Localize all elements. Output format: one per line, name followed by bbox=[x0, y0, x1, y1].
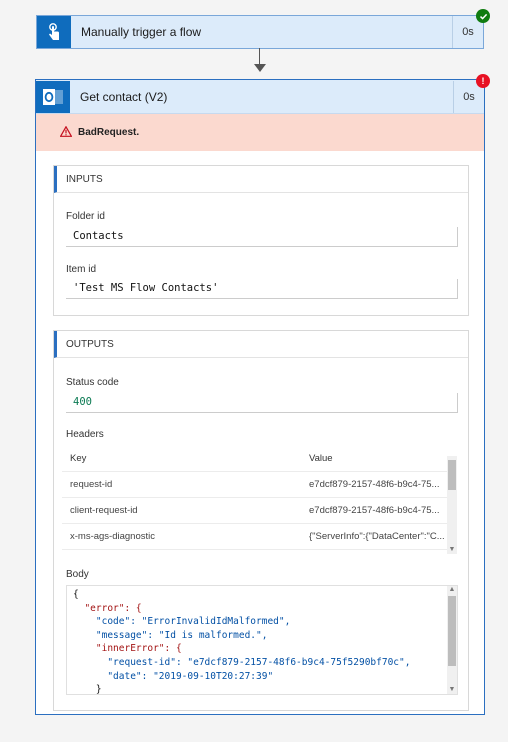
code-line: "request-id": "e7dcf879-2157-48f6-b9c4-7… bbox=[73, 656, 411, 668]
headers-table[interactable]: Key Value request-id e7dcf879-2157-48f6-… bbox=[62, 446, 457, 551]
table-row[interactable]: x-ms-ags-diagnostic {"ServerInfo":{"Data… bbox=[62, 524, 457, 550]
body-code-view[interactable]: { "error": { "code": "ErrorInvalidIdMalf… bbox=[66, 585, 458, 695]
error-message: BadRequest. bbox=[78, 127, 140, 138]
scroll-down-icon[interactable]: ▼ bbox=[447, 546, 457, 554]
headers-label: Headers bbox=[66, 429, 104, 440]
error-exclamation-icon: ! bbox=[476, 74, 490, 88]
scrollbar-thumb[interactable] bbox=[448, 596, 456, 666]
outputs-heading[interactable]: OUTPUTS bbox=[54, 331, 468, 358]
action-title: Get contact (V2) bbox=[80, 89, 168, 104]
trigger-title: Manually trigger a flow bbox=[81, 25, 202, 39]
arrow-down-icon bbox=[254, 64, 266, 72]
headers-table-header: Key Value bbox=[62, 446, 457, 472]
trigger-card-header[interactable]: Manually trigger a flow 0s bbox=[36, 15, 484, 49]
code-line: "code": "ErrorInvalidIdMalformed", bbox=[73, 616, 291, 628]
get-contact-card: Get contact (V2) 0s BadRequest. INPUTS F… bbox=[35, 79, 485, 715]
header-key: client-request-id bbox=[70, 505, 138, 516]
item-id-field[interactable]: 'Test MS Flow Contacts' bbox=[66, 279, 458, 299]
body-scrollbar[interactable]: ▲ ▼ bbox=[447, 586, 457, 694]
header-key: x-ms-ags-diagnostic bbox=[70, 531, 155, 542]
code-line: } bbox=[73, 684, 102, 695]
get-contact-card-header[interactable]: Get contact (V2) 0s bbox=[36, 80, 484, 114]
header-value: e7dcf879-2157-48f6-b9c4-75... bbox=[309, 505, 440, 516]
header-value: e7dcf879-2157-48f6-b9c4-75... bbox=[309, 479, 440, 490]
scrollbar-thumb[interactable] bbox=[448, 460, 456, 490]
code-line: "error": { bbox=[73, 602, 142, 614]
body-json: { "error": { "code": "ErrorInvalidIdMalf… bbox=[73, 588, 411, 695]
header-value: {"ServerInfo":{"DataCenter":"C... bbox=[309, 531, 445, 542]
code-line: { bbox=[73, 589, 79, 600]
folder-id-label: Folder id bbox=[66, 211, 105, 222]
headers-scrollbar[interactable]: ▼ bbox=[447, 456, 457, 554]
outlook-icon bbox=[36, 80, 70, 113]
error-banner: BadRequest. bbox=[36, 114, 484, 151]
success-check-icon bbox=[476, 9, 490, 23]
code-line: "message": "Id is malformed.", bbox=[73, 629, 268, 641]
code-line: "date": "2019-09-10T20:27:39" bbox=[73, 670, 274, 682]
inputs-section: INPUTS Folder id Contacts Item id 'Test … bbox=[53, 165, 469, 316]
scroll-down-icon[interactable]: ▼ bbox=[447, 686, 457, 694]
column-value: Value bbox=[309, 453, 333, 464]
inputs-heading[interactable]: INPUTS bbox=[54, 166, 468, 193]
folder-id-field[interactable]: Contacts bbox=[66, 227, 458, 247]
header-key: request-id bbox=[70, 479, 113, 490]
column-key: Key bbox=[70, 453, 87, 464]
body-label: Body bbox=[66, 569, 89, 580]
warning-icon bbox=[59, 125, 73, 140]
outputs-section: OUTPUTS Status code 400 Headers Key Valu… bbox=[53, 330, 469, 711]
scroll-up-icon[interactable]: ▲ bbox=[447, 586, 457, 594]
table-row[interactable]: client-request-id e7dcf879-2157-48f6-b9c… bbox=[62, 498, 457, 524]
status-code-label: Status code bbox=[66, 377, 119, 388]
item-id-label: Item id bbox=[66, 264, 97, 275]
table-row[interactable]: request-id e7dcf879-2157-48f6-b9c4-75... bbox=[62, 472, 457, 498]
touch-trigger-icon bbox=[37, 16, 71, 48]
status-code-field[interactable]: 400 bbox=[66, 393, 458, 413]
code-line: "innerError": { bbox=[73, 643, 182, 655]
